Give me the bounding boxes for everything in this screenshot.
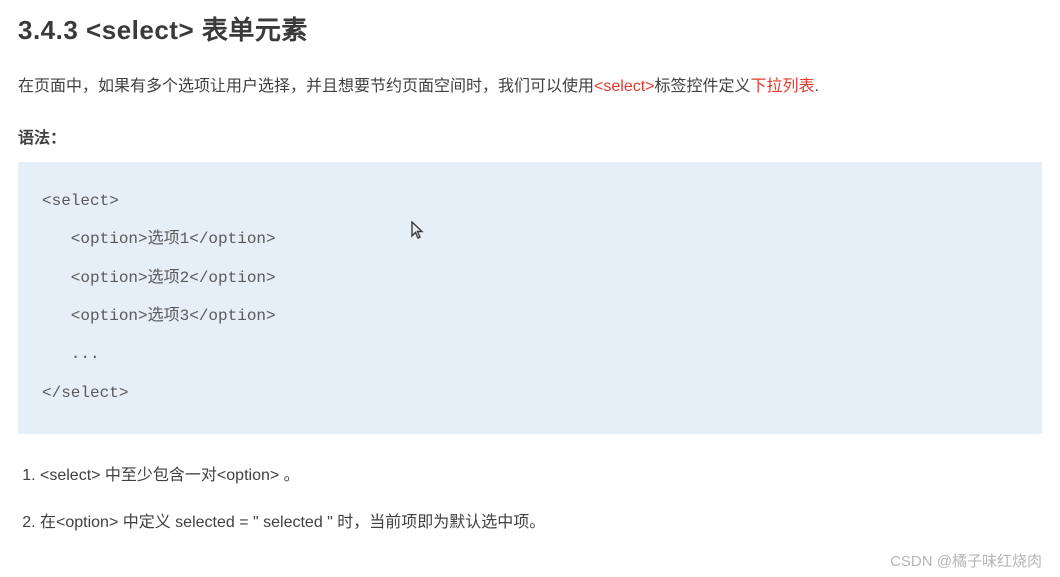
document-page: 3.4.3 <select> 表单元素 在页面中，如果有多个选项让用户选择，并且… [0, 10, 1060, 577]
code-line: <select> [42, 182, 1018, 220]
intro-text-3: . [815, 78, 819, 95]
note-item: 在<option> 中定义 selected = " selected " 时，… [40, 509, 1042, 536]
syntax-label: 语法： [18, 124, 1042, 148]
intro-paragraph: 在页面中，如果有多个选项让用户选择，并且想要节约页面空间时，我们可以使用<sel… [18, 73, 1042, 102]
intro-red-select: <select> [594, 78, 654, 95]
intro-text-2: 标签控件定义 [655, 78, 751, 95]
note-item: <select> 中至少包含一对<option> 。 [40, 462, 1042, 489]
code-line: </select> [42, 374, 1018, 412]
notes-list: <select> 中至少包含一对<option> 。 在<option> 中定义… [18, 462, 1042, 536]
code-line: <option>选项1</option> [42, 220, 1018, 258]
section-heading: 3.4.3 <select> 表单元素 [18, 10, 1042, 47]
code-line: <option>选项3</option> [42, 297, 1018, 335]
code-line: <option>选项2</option> [42, 259, 1018, 297]
intro-text-1: 在页面中，如果有多个选项让用户选择，并且想要节约页面空间时，我们可以使用 [18, 78, 594, 95]
code-line: ... [42, 335, 1018, 373]
intro-red-dropdown: 下拉列表 [751, 78, 815, 95]
code-block: <select> <option>选项1</option> <option>选项… [18, 162, 1042, 434]
